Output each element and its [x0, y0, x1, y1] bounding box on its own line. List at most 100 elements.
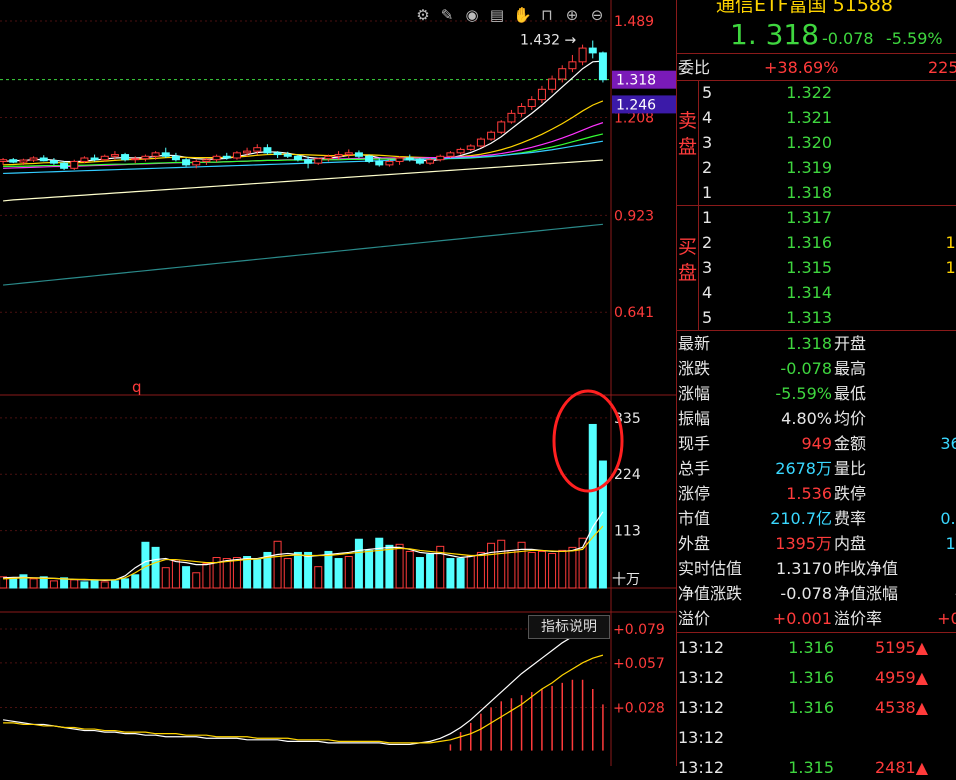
- zoom-in-icon[interactable]: ⊕: [563, 6, 581, 24]
- trade-volume: 5195▲: [874, 638, 928, 657]
- macd-tick: +0.028: [613, 700, 665, 716]
- quote-label: 最高: [834, 359, 867, 378]
- quote-value: 1395万: [775, 534, 832, 553]
- volume-bar: [548, 552, 557, 589]
- candle-body: [253, 147, 262, 152]
- quote-value: -5.: [906, 581, 956, 606]
- quote-row: 总手 2678万量比 2: [676, 456, 956, 481]
- zoom-out-icon[interactable]: ⊖: [588, 6, 606, 24]
- volume-bar: [365, 549, 374, 589]
- ma-line: [3, 100, 604, 166]
- quote-label: 内盘: [834, 534, 867, 553]
- candle-body: [273, 152, 282, 156]
- price-tag: 1.246: [616, 97, 656, 113]
- volume-bar: [324, 550, 333, 589]
- trade-time: 13:12: [678, 728, 725, 747]
- macd-tick: +0.057: [613, 656, 665, 672]
- candle-body: [0, 159, 8, 162]
- quote-value: 1.536: [786, 484, 832, 503]
- buy-volume: 48: [896, 305, 956, 330]
- candle-body: [293, 155, 302, 161]
- volume-bar: [588, 423, 597, 589]
- buy-level: 1: [702, 208, 713, 227]
- candle-body: [314, 158, 323, 164]
- toolbox-icon[interactable]: ▤: [488, 6, 506, 24]
- trade-row: 13:12 1.315 2481▲: [676, 755, 956, 780]
- high-annotation: 1.432 →: [520, 33, 577, 49]
- quote-value: 1.318: [786, 334, 832, 353]
- volume-tick: 113: [614, 524, 641, 540]
- quote-label: 开盘: [834, 334, 867, 353]
- volume-bar: [110, 580, 119, 589]
- candle-body: [598, 52, 607, 81]
- buy-level-row: 3 1.315 148: [676, 255, 956, 280]
- candle-body: [304, 159, 313, 164]
- trade-row: 13:12 1.316 4538▲: [676, 695, 956, 720]
- candle-body: [354, 152, 363, 157]
- volume-bar: [334, 558, 343, 589]
- candle-body: [212, 155, 221, 161]
- volume-bar: [405, 550, 414, 589]
- volume-bar: [385, 544, 394, 589]
- candle-body: [131, 158, 140, 161]
- quote-value: 1.: [906, 331, 956, 356]
- quote-value: 36.1: [940, 434, 956, 453]
- candle-body: [405, 157, 414, 161]
- candle-body: [151, 152, 160, 157]
- volume-bar: [151, 546, 160, 589]
- price-axis-labels: 1.4891.2080.9230.6411.3181.2461.432 →: [520, 14, 676, 321]
- buy-level: 2: [702, 233, 713, 252]
- security-title: 通信ETF富国 51588: [716, 0, 894, 16]
- quote-row: 涨跌 -0.078最高 1.: [676, 356, 956, 381]
- volume-bar: [121, 578, 130, 589]
- candle-body: [436, 155, 445, 161]
- quote-value: 0.60: [940, 509, 956, 528]
- quote-label: 涨停: [678, 484, 711, 503]
- eye-icon[interactable]: ◉: [463, 6, 481, 24]
- moving-average-lines: [3, 60, 604, 286]
- candle-body: [171, 155, 180, 161]
- volume-bar: [202, 563, 211, 589]
- lock-icon[interactable]: ⊓: [538, 6, 556, 24]
- candle-body: [243, 150, 252, 154]
- candle-body: [161, 152, 170, 157]
- volume-bar: [90, 580, 99, 589]
- price-tag: 1.318: [616, 73, 656, 89]
- candle-body: [29, 157, 38, 161]
- candle-body: [39, 157, 48, 162]
- sell-volume: 4: [896, 80, 956, 105]
- marker-label: q: [132, 378, 142, 396]
- sell-volume: 23: [896, 180, 956, 205]
- volume-bar: [558, 549, 567, 589]
- quote-label: 总手: [678, 459, 711, 478]
- volume-bar: [192, 572, 201, 589]
- volume-bar: [29, 578, 38, 589]
- hand-icon[interactable]: ✋: [513, 6, 532, 24]
- buy-volume: 90: [896, 280, 956, 305]
- indicator-help-button[interactable]: 指标说明: [528, 615, 610, 639]
- volume-bar: [293, 551, 302, 589]
- candle-body: [60, 162, 69, 169]
- volume-bar: [243, 556, 252, 589]
- candle-body: [324, 155, 333, 160]
- buy-volume: 4: [896, 205, 956, 230]
- candle-body: [202, 159, 211, 162]
- settings-icon[interactable]: ⚙: [414, 6, 432, 24]
- buy-level: 5: [702, 308, 713, 327]
- candle-body: [365, 155, 374, 162]
- quote-label: 最新: [678, 334, 711, 353]
- dif-line: [2, 628, 604, 746]
- dea-line: [3, 654, 604, 744]
- candle-body: [222, 155, 231, 159]
- quote-label: 涨幅: [678, 384, 711, 403]
- buy-volume: 148: [945, 258, 956, 277]
- sell-price: 1.320: [786, 133, 832, 152]
- volume-unit: 十万: [612, 572, 640, 588]
- candle-body: [192, 160, 201, 166]
- quote-value: 1.3170: [776, 559, 832, 578]
- quote-value: +0.0: [937, 609, 956, 628]
- draw-icon[interactable]: ✎: [438, 6, 456, 24]
- trade-time: 13:12: [678, 668, 725, 687]
- volume-bar: [344, 556, 353, 589]
- kline-chart-area[interactable]: 1.4891.2080.9230.6411.3181.2461.432 → 33…: [0, 0, 676, 766]
